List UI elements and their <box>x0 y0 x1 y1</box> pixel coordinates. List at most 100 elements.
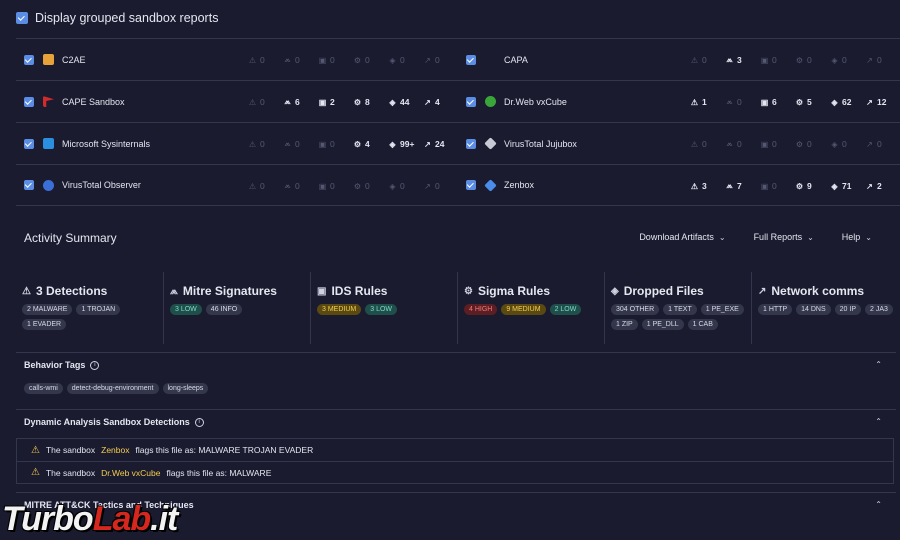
sandbox-stat: ⚠ 3 <box>690 181 707 191</box>
network-icon: ↗ <box>866 55 873 65</box>
collapse-caret-icon[interactable]: ⌃ <box>875 500 882 509</box>
sandbox-stats: ⚠ 0 ⩕ 0 ▣ 0 ⚙ 0 ◈ 0 ↗ 0 <box>248 39 458 81</box>
sandbox-checkbox[interactable] <box>24 54 34 65</box>
summary-tag[interactable]: 304 OTHER <box>611 304 660 315</box>
ids-icon: ▣ <box>318 181 327 191</box>
summary-tag[interactable]: 1 ZIP <box>611 319 638 330</box>
network-icon: ↗ <box>424 139 431 149</box>
sandbox-item: CAPE Sandbox ⚠ 0 ⩕ 6 ▣ 2 ⚙ 8 ◈ 44 ↗ 4 <box>16 81 458 122</box>
activity-menus: Download Artifacts ⌄ Full Reports ⌄ Help ⌄ <box>639 232 872 242</box>
chevron-down-icon: ⌄ <box>865 232 872 242</box>
summary-tag[interactable]: 2 LOW <box>549 304 582 315</box>
summary-tag[interactable]: 2 MALWARE <box>22 304 73 315</box>
info-icon[interactable]: i <box>194 417 204 427</box>
sandbox-checkbox[interactable] <box>466 138 476 149</box>
sigma-icon: ⚙ <box>464 285 473 297</box>
sandbox-name[interactable]: Zenbox <box>504 180 534 190</box>
sandbox-name[interactable]: VirusTotal Jujubox <box>504 139 577 149</box>
sandbox-checkbox[interactable] <box>24 180 34 190</box>
summary-tag[interactable]: 3 LOW <box>365 304 398 315</box>
sandbox-stats: ⚠ 3 ⩕ 7 ▣ 0 ⚙ 9 ◈ 71 ↗ 2 <box>690 165 900 207</box>
sandbox-stat: ↗ 0 <box>866 139 882 149</box>
info-icon[interactable]: i <box>90 360 100 370</box>
sandbox-checkbox[interactable] <box>466 96 476 107</box>
sandbox-stat: ▣ 0 <box>318 139 335 149</box>
behavior-tag[interactable]: calls-wmi <box>24 383 63 394</box>
collapse-caret-icon[interactable]: ⌃ <box>875 417 882 426</box>
help-menu[interactable]: Help ⌄ <box>842 232 872 242</box>
sandbox-row: VirusTotal Observer ⚠ 0 ⩕ 0 ▣ 0 ⚙ 0 ◈ 0 ↗ 0 Zenbox ⚠ 3 ⩕… <box>16 164 900 206</box>
summary-tag[interactable]: 3 MEDIUM <box>317 304 362 315</box>
summary-title[interactable]: ↗ Network comms <box>758 283 898 299</box>
summary-tag[interactable]: 1 PE_EXE <box>700 304 744 315</box>
sandbox-stat: ⚙ 5 <box>795 97 812 107</box>
warning-icon: ⚠ <box>248 55 257 65</box>
sandbox-item: Dr.Web vxCube ⚠ 1 ⩕ 0 ▣ 6 ⚙ 5 ◈ 62 ↗ 12 <box>458 81 900 122</box>
summary-tag[interactable]: 3 LOW <box>170 304 202 315</box>
summary-tag[interactable]: 4 HIGH <box>464 304 498 315</box>
summary-title[interactable]: ▣ IDS Rules <box>317 283 457 299</box>
summary-tag[interactable]: 1 TROJAN <box>76 304 121 315</box>
sandbox-name[interactable]: CAPA <box>504 55 528 65</box>
summary-title[interactable]: ◈ Dropped Files <box>611 283 751 299</box>
summary-tag[interactable]: 1 CAB <box>687 319 718 330</box>
full-reports-menu[interactable]: Full Reports ⌄ <box>754 232 814 242</box>
sandbox-link[interactable]: Dr.Web vxCube <box>101 468 160 478</box>
sandbox-stat: ▣ 2 <box>318 97 335 107</box>
summary-tag[interactable]: 1 EVADER <box>22 319 67 330</box>
summary-tag[interactable]: 1 HTTP <box>758 304 793 315</box>
sandbox-detections-section: Dynamic Analysis Sandbox Detections i ⌃ … <box>16 409 896 484</box>
files-icon: ◈ <box>831 55 838 65</box>
mitre-icon: ⩕ <box>170 285 178 297</box>
summary-title[interactable]: ⚙ Sigma Rules <box>464 283 604 299</box>
activity-summary: ⚠ 3 Detections 2 MALWARE 1 TROJAN 1 EVADER ⩕ M… <box>16 272 900 344</box>
sandbox-stats: ⚠ 0 ⩕ 0 ▣ 0 ⚙ 0 ◈ 0 ↗ 0 <box>690 123 900 165</box>
summary-tag[interactable]: 46 INFO <box>205 304 243 315</box>
sandbox-stat: ◈ 0 <box>389 181 405 191</box>
chevron-down-icon: ⌄ <box>718 232 726 242</box>
activity-summary-title: Activity Summary <box>24 231 117 245</box>
download-artifacts-menu[interactable]: Download Artifacts ⌄ <box>639 232 725 242</box>
sandbox-stat: ↗ 0 <box>424 181 440 191</box>
summary-tag[interactable]: 1 TEXT <box>663 304 697 315</box>
behavior-tag[interactable]: long-sleeps <box>162 383 209 394</box>
summary-tag[interactable]: 9 MEDIUM <box>501 304 546 315</box>
display-grouped-toggle[interactable]: Display grouped sandbox reports <box>16 11 218 25</box>
files-icon: ◈ <box>389 139 396 149</box>
sandbox-name[interactable]: C2AE <box>62 55 86 65</box>
sandbox-name[interactable]: VirusTotal Observer <box>62 180 141 190</box>
sigma-icon: ⚙ <box>795 55 804 65</box>
summary-tag[interactable]: 14 DNS <box>796 304 831 315</box>
sandbox-checkbox[interactable] <box>466 180 476 190</box>
sandbox-name[interactable]: Microsoft Sysinternals <box>62 139 150 149</box>
sandbox-detections-header[interactable]: Dynamic Analysis Sandbox Detections i <box>16 410 896 434</box>
sandbox-stat: ◈ 44 <box>389 97 410 107</box>
summary-tag[interactable]: 20 IP <box>834 304 861 315</box>
mitre-icon: ⩕ <box>726 139 733 148</box>
ids-icon: ▣ <box>760 97 769 107</box>
behavior-tag[interactable]: detect-debug-environment <box>66 383 159 394</box>
sandbox-checkbox[interactable] <box>24 138 34 149</box>
sandbox-link[interactable]: Zenbox <box>101 445 129 455</box>
ids-icon: ▣ <box>760 55 769 65</box>
behavior-tag-list: calls-wmi detect-debug-environment long-… <box>16 383 896 394</box>
sandbox-stat: ⚠ 0 <box>248 181 265 191</box>
collapse-caret-icon[interactable]: ⌃ <box>875 360 882 369</box>
sandbox-stat: ↗ 12 <box>866 97 887 107</box>
checkbox[interactable] <box>16 12 28 24</box>
behavior-tags-header[interactable]: Behavior Tags i <box>16 353 896 377</box>
summary-title[interactable]: ⩕ Mitre Signatures <box>170 283 310 299</box>
summary-title[interactable]: ⚠ 3 Detections <box>22 283 163 299</box>
cape-logo <box>43 96 54 107</box>
sandbox-checkbox[interactable] <box>24 96 34 107</box>
sandbox-name[interactable]: Dr.Web vxCube <box>504 97 567 107</box>
summary-tags: 4 HIGH 9 MEDIUM 2 LOW <box>464 304 604 315</box>
summary-tag[interactable]: 2 JA3 <box>865 304 893 315</box>
summary-tag[interactable]: 1 PE_DLL <box>641 319 684 330</box>
sandbox-stat: ⚙ 4 <box>353 139 370 149</box>
mitre-icon: ⩕ <box>726 55 733 64</box>
sandbox-stat: ⚠ 0 <box>248 97 265 107</box>
sandbox-name[interactable]: CAPE Sandbox <box>62 97 125 107</box>
sandbox-checkbox[interactable] <box>466 54 476 65</box>
jujubox-logo <box>484 137 497 150</box>
